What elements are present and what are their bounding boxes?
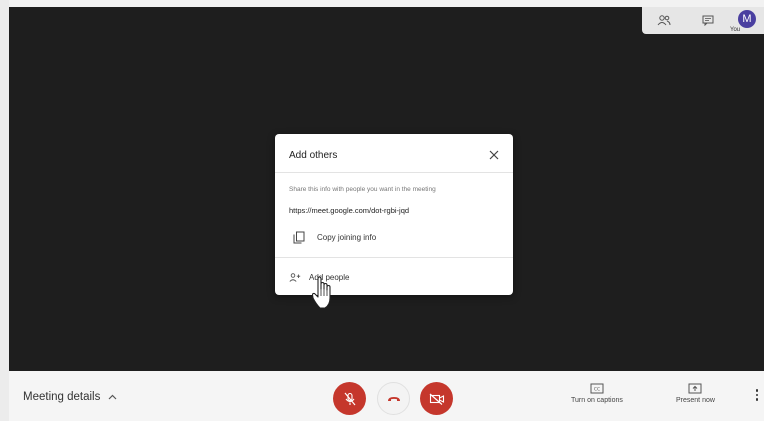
mic-off-icon [344,392,355,405]
copy-joining-info-label: Copy joining info [317,232,377,242]
copy-icon [293,231,305,243]
chat-button[interactable] [686,7,730,34]
leave-call-button[interactable] [377,382,410,415]
captions-icon: CC [590,383,604,394]
participants-strip: M You [642,7,764,34]
svg-text:CC: CC [594,387,600,393]
call-controls-bar: Meeting details CC Turn on captions Pres… [9,371,764,421]
share-instructions: Share this info with people you want in … [289,186,436,193]
present-now-button[interactable]: Present now [676,383,715,404]
more-dot [755,393,759,396]
mic-toggle-button[interactable] [333,382,366,415]
people-icon [657,15,671,26]
copy-joining-info-button[interactable]: Copy joining info [293,228,376,246]
left-edge [0,0,9,421]
avatar: M [738,10,756,28]
dialog-divider-top [275,172,513,173]
dialog-divider-bottom [275,257,513,258]
more-options-button[interactable] [754,389,760,403]
close-icon [489,150,499,160]
add-others-dialog: Add others Share this info with people y… [275,134,513,295]
close-button[interactable] [487,148,501,162]
camera-off-icon [429,393,444,405]
present-screen-icon [688,383,702,394]
meeting-details-label: Meeting details [23,391,101,403]
people-button[interactable] [642,7,686,34]
captions-label: Turn on captions [571,397,623,404]
chevron-up-icon [108,394,117,400]
more-dot [755,389,759,392]
meeting-url: https://meet.google.com/dot-rgbi-jqd [289,206,410,215]
hand-cursor-icon [311,276,331,309]
camera-toggle-button[interactable] [420,382,453,415]
self-tile[interactable]: M You [730,7,764,34]
dialog-title: Add others [289,150,338,161]
you-label: You [730,27,741,33]
chat-icon [702,15,714,26]
captions-button[interactable]: CC Turn on captions [571,383,623,404]
add-person-icon [289,272,301,282]
hang-up-icon [387,396,400,401]
meeting-details-button[interactable]: Meeting details [23,391,117,403]
present-now-label: Present now [676,397,715,404]
more-dot [755,398,759,401]
